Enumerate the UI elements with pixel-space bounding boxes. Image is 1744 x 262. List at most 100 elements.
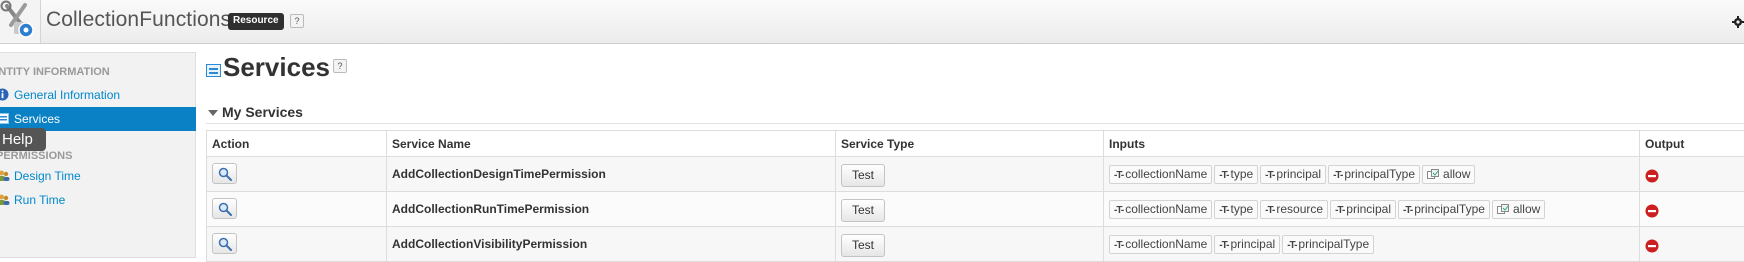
service-type-cell: Test: [836, 157, 1104, 192]
text-type-icon: -T-: [1265, 170, 1274, 181]
inputs-cell: -T-collectionName-T-type-T-principal-T-p…: [1104, 157, 1640, 192]
action-cell: [207, 192, 387, 227]
help-button[interactable]: ?: [290, 14, 304, 28]
service-name: AddCollectionVisibilityPermission: [387, 227, 836, 262]
text-type-icon: -T-: [1114, 170, 1123, 181]
input-label: principal: [1230, 237, 1275, 251]
sidebar: ENTITY INFORMATION General Information S…: [0, 52, 196, 258]
input-chip: -T-type: [1214, 165, 1258, 184]
table-row: AddCollectionDesignTimePermission Test -…: [207, 157, 1744, 192]
input-label: principalType: [1298, 237, 1369, 251]
input-chip: -T-resource: [1260, 200, 1328, 219]
my-services-section-toggle[interactable]: My Services: [206, 102, 1744, 124]
column-header-service-name: Service Name: [387, 131, 836, 157]
info-icon: [0, 88, 9, 101]
input-chip: allow: [1492, 200, 1545, 219]
test-button[interactable]: Test: [841, 164, 885, 187]
input-chip: -T-collectionName: [1109, 200, 1212, 219]
output-cell: [1640, 192, 1744, 227]
service-name: AddCollectionDesignTimePermission: [387, 157, 836, 192]
table-row: AddCollectionVisibilityPermission Test -…: [207, 227, 1744, 262]
input-label: collectionName: [1125, 202, 1207, 216]
view-service-button[interactable]: [212, 233, 237, 254]
text-type-icon: -T-: [1287, 240, 1296, 251]
text-type-icon: -T-: [1335, 205, 1344, 216]
input-label: type: [1230, 202, 1253, 216]
no-output-icon: [1645, 204, 1659, 218]
wrench-logo-icon: [0, 0, 41, 43]
service-type-cell: Test: [836, 227, 1104, 262]
input-chip: -T-principalType: [1398, 200, 1490, 219]
column-header-inputs: Inputs: [1104, 131, 1640, 157]
magnifier-icon: [218, 167, 232, 181]
view-service-button[interactable]: [212, 163, 237, 184]
sidebar-heading-entity-information: ENTITY INFORMATION: [0, 66, 110, 78]
services-table: Action Service Name Service Type Inputs …: [206, 130, 1744, 262]
sidebar-item-design-time[interactable]: Design Time: [0, 164, 196, 188]
input-label: principalType: [1344, 167, 1415, 181]
no-output-icon: [1645, 169, 1659, 183]
sidebar-item-label: Run Time: [14, 193, 65, 207]
boolean-type-icon: [1497, 204, 1509, 215]
input-label: collectionName: [1125, 167, 1207, 181]
users-icon: [0, 169, 10, 182]
input-label: resource: [1276, 202, 1323, 216]
text-type-icon: -T-: [1219, 170, 1228, 181]
input-chip: -T-collectionName: [1109, 165, 1212, 184]
page-title: Services: [223, 52, 330, 83]
text-type-icon: -T-: [1114, 240, 1123, 251]
output-cell: [1640, 157, 1744, 192]
input-chip: -T-principal: [1260, 165, 1326, 184]
test-button[interactable]: Test: [841, 234, 885, 257]
view-service-button[interactable]: [212, 198, 237, 219]
sidebar-item-label: Design Time: [14, 169, 81, 183]
input-chip: -T-principal: [1330, 200, 1396, 219]
action-cell: [207, 227, 387, 262]
service-name: AddCollectionRunTimePermission: [387, 192, 836, 227]
input-label: type: [1230, 167, 1253, 181]
users-icon: [0, 193, 10, 206]
section-title: My Services: [222, 104, 303, 120]
text-type-icon: -T-: [1114, 205, 1123, 216]
magnifier-icon: [218, 202, 232, 216]
boolean-type-icon: [1427, 169, 1439, 180]
input-label: allow: [1513, 202, 1540, 216]
input-label: principal: [1276, 167, 1321, 181]
text-type-icon: -T-: [1403, 205, 1412, 216]
help-tooltip: Help: [0, 128, 46, 151]
gear-icon[interactable]: [1732, 16, 1744, 28]
test-button[interactable]: Test: [841, 199, 885, 222]
sidebar-item-general-information[interactable]: General Information: [0, 83, 196, 107]
inputs-cell: -T-collectionName-T-principal-T-principa…: [1104, 227, 1640, 262]
input-label: collectionName: [1125, 237, 1207, 251]
action-cell: [207, 157, 387, 192]
sidebar-item-run-time[interactable]: Run Time: [0, 188, 196, 212]
service-type-cell: Test: [836, 192, 1104, 227]
text-type-icon: -T-: [1333, 170, 1342, 181]
top-bar: CollectionFunctions Resource ?: [0, 0, 1744, 44]
table-header-row: Action Service Name Service Type Inputs …: [207, 131, 1744, 157]
input-chip: allow: [1422, 165, 1475, 184]
table-row: AddCollectionRunTimePermission Test -T-c…: [207, 192, 1744, 227]
text-type-icon: -T-: [1219, 240, 1228, 251]
resource-badge: Resource: [228, 13, 284, 30]
services-icon: [206, 62, 222, 78]
input-label: principal: [1346, 202, 1391, 216]
input-chip: -T-type: [1214, 200, 1258, 219]
column-header-action: Action: [207, 131, 387, 157]
input-chip: -T-principal: [1214, 235, 1280, 254]
page-help-button[interactable]: ?: [333, 59, 347, 73]
text-type-icon: -T-: [1265, 205, 1274, 216]
services-icon: [0, 112, 9, 125]
input-chip: -T-principalType: [1328, 165, 1420, 184]
input-label: allow: [1443, 167, 1470, 181]
caret-down-icon: [208, 110, 218, 116]
app-title: CollectionFunctions: [46, 8, 231, 32]
input-label: principalType: [1414, 202, 1485, 216]
column-header-output: Output: [1640, 131, 1744, 157]
output-cell: [1640, 227, 1744, 262]
input-chip: -T-principalType: [1282, 235, 1374, 254]
sidebar-item-label: Services: [14, 112, 60, 126]
magnifier-icon: [218, 237, 232, 251]
sidebar-item-label: General Information: [14, 88, 120, 102]
